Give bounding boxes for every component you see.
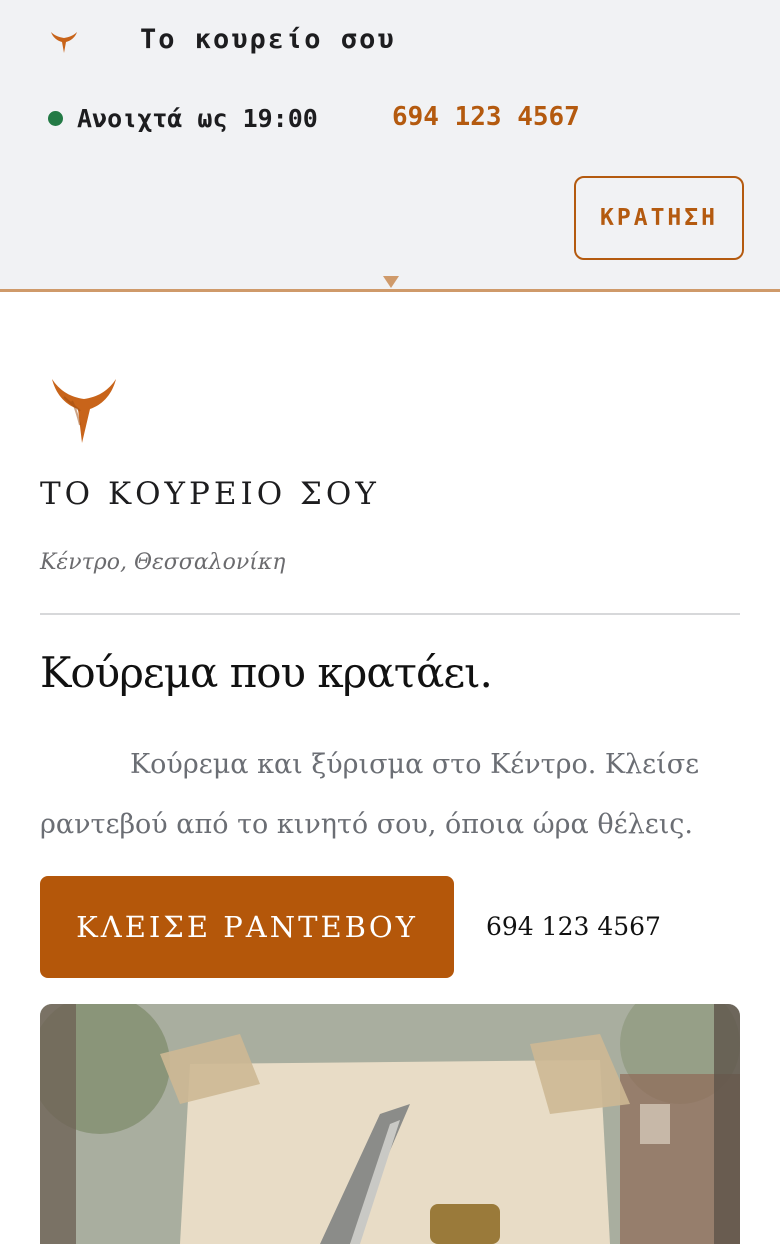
hero-divider — [40, 613, 740, 615]
opening-hours-text: Ανοιχτά ως 19:00 — [77, 104, 318, 133]
phone-link[interactable]: 694 123 4567 — [392, 102, 580, 132]
site-name[interactable]: Το κουρείο σου — [140, 24, 396, 55]
hero-description: Κούρεμα και ξύρισμα στο Κέντρο. Κλείσε ρ… — [40, 749, 700, 840]
horn-logo-icon — [52, 379, 116, 443]
book-appointment-button[interactable]: ΚΛΕΙΣΕ ΡΑΝΤΕΒΟΥ — [40, 876, 454, 978]
brand-name: ΤΟ ΚΟΥΡΕΙΟ ΣΟΥ — [40, 476, 380, 512]
location-text: Κέντρο, Θεσσαλονίκη — [40, 550, 286, 575]
booking-button[interactable]: ΚΡΑΤΗΣΗ — [574, 176, 744, 260]
cta-phone-link[interactable]: 694 123 4567 — [486, 912, 661, 941]
top-bar: Το κουρείο σου Ανοιχτά ως 19:00 694 123 … — [0, 0, 780, 292]
hero-headline: Κούρεμα που κρατάει. — [40, 648, 493, 697]
header-notch — [383, 276, 399, 288]
hero-photo — [40, 1004, 740, 1244]
opening-status: Ανοιχτά ως 19:00 — [48, 104, 318, 133]
hero-image — [40, 1004, 740, 1244]
header-divider — [0, 289, 780, 292]
horn-logo-icon[interactable] — [50, 30, 78, 54]
status-dot-icon — [48, 111, 63, 126]
